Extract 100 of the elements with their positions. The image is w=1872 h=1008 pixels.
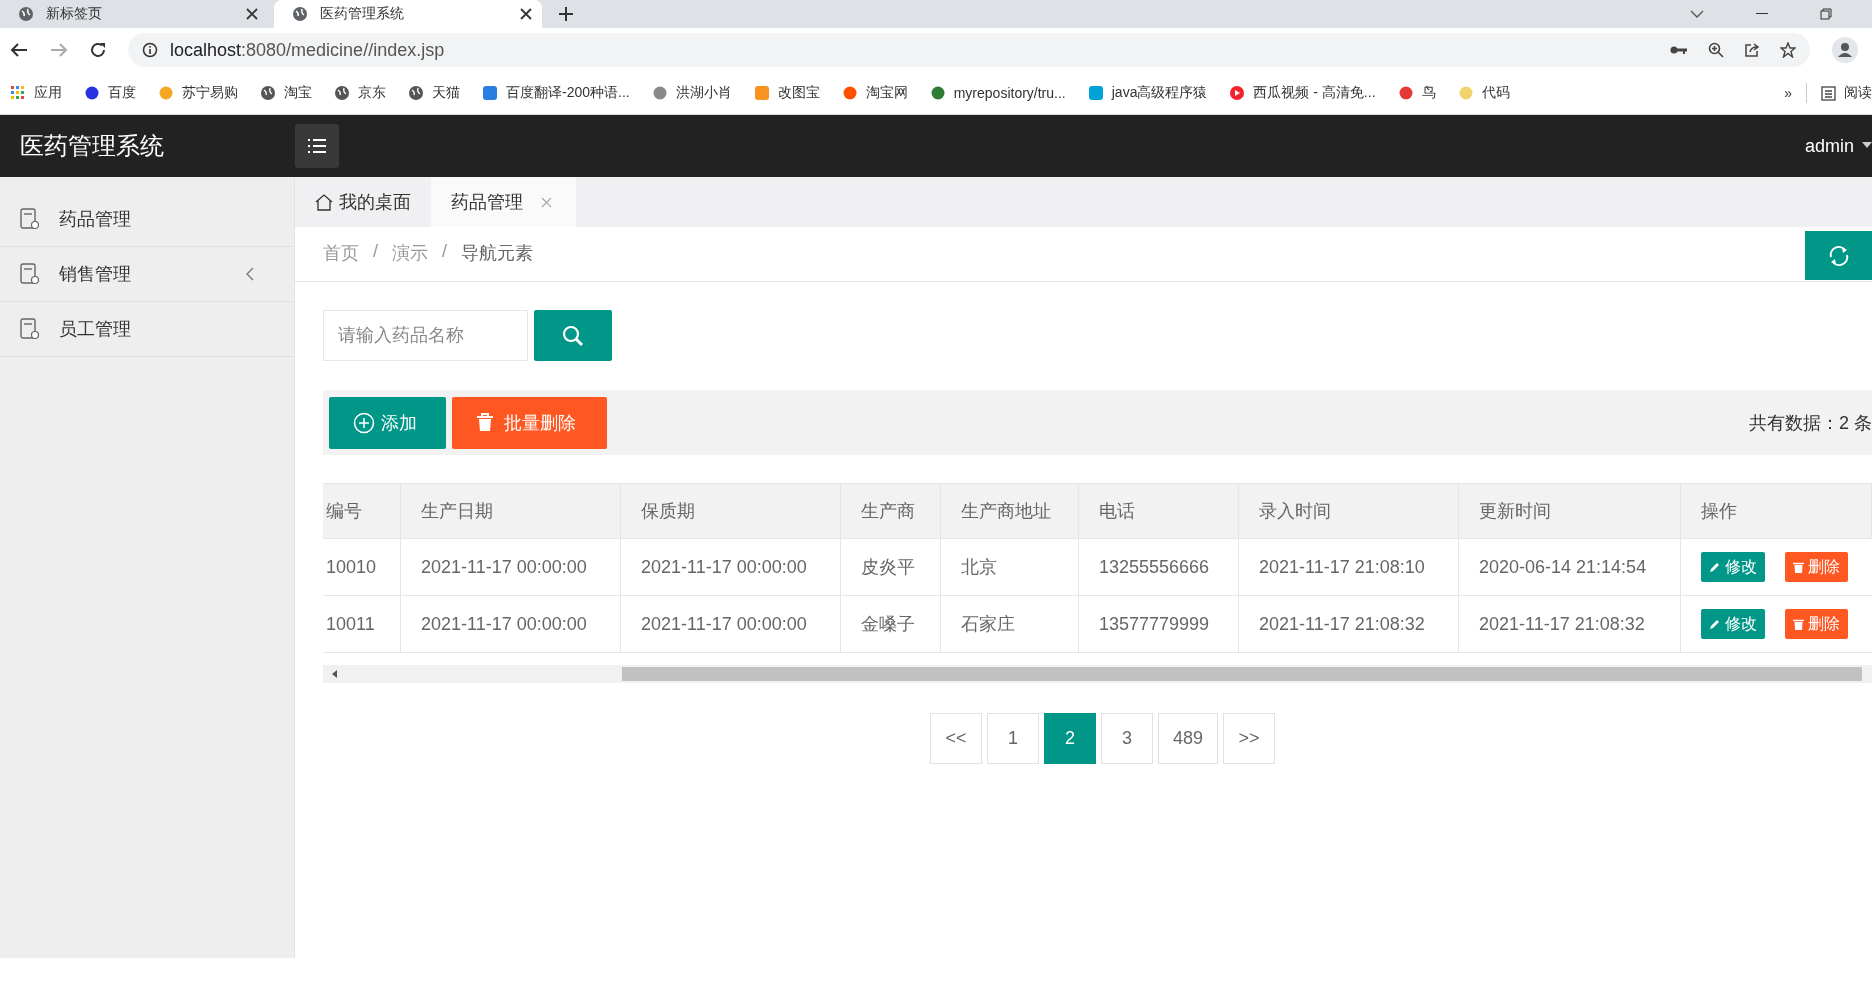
bookmark-icon [1397, 85, 1414, 101]
bookmark-icon [1457, 85, 1474, 101]
table-cell: 2021-11-17 00:00:00 [621, 539, 841, 595]
browser-tab[interactable]: 新标签页 [0, 0, 268, 28]
bookmark[interactable]: 应用 [10, 84, 62, 102]
table-cell: 2021-11-17 21:08:32 [1239, 596, 1459, 652]
bookmark[interactable]: 西瓜视频 - 高清免... [1229, 84, 1376, 102]
content-tab[interactable]: 我的桌面 [295, 177, 431, 227]
column-header: 保质期 [621, 484, 841, 538]
bookmark-icon [841, 85, 858, 101]
table-cell: 10011 [323, 596, 401, 652]
reading-list[interactable]: 阅读 [1821, 84, 1872, 102]
table-cell: 10010 [323, 539, 401, 595]
new-tab-icon[interactable] [558, 6, 574, 22]
bookmark[interactable]: myrepository/tru... [929, 85, 1066, 101]
refresh-button[interactable] [1805, 231, 1872, 280]
breadcrumb-link[interactable]: 导航元素 [461, 241, 534, 265]
info-icon [142, 42, 158, 58]
bookmark[interactable]: 京东 [334, 84, 386, 102]
bookmark-icon [334, 85, 350, 101]
zoom-icon[interactable] [1708, 42, 1724, 58]
bookmark[interactable]: 洪湖小肖 [651, 84, 732, 102]
table-cell: 2020-06-14 21:14:54 [1459, 539, 1681, 595]
breadcrumb-separator: / [373, 241, 378, 263]
chevron-left-icon [246, 267, 254, 281]
user-menu[interactable]: admin [1804, 135, 1854, 157]
page-button[interactable]: 3 [1101, 713, 1153, 764]
bookmark[interactable]: java高级程序猿 [1087, 84, 1208, 102]
horizontal-scrollbar[interactable] [323, 665, 1872, 683]
star-icon[interactable] [1780, 42, 1796, 58]
column-header: 更新时间 [1459, 484, 1681, 538]
trash-icon [476, 413, 494, 432]
previous-page-button[interactable]: << [930, 713, 982, 764]
table-cell: 13577779999 [1079, 596, 1239, 652]
table-cell: 皮炎平 [841, 539, 941, 595]
page-button[interactable]: 2 [1044, 713, 1096, 764]
table-cell: 2021-11-17 21:08:10 [1239, 539, 1459, 595]
search-button[interactable] [534, 310, 612, 361]
close-icon[interactable] [246, 8, 258, 20]
key-icon[interactable] [1670, 45, 1688, 55]
minimize-icon[interactable] [1756, 13, 1768, 15]
content-tab[interactable]: 药品管理 [431, 177, 576, 227]
bookmark[interactable]: 苏宁易购 [158, 84, 238, 102]
bookmark-icon [260, 85, 276, 101]
bookmark[interactable]: 淘宝 [260, 84, 312, 102]
next-page-button[interactable]: >> [1223, 713, 1276, 764]
document-icon [20, 318, 40, 340]
search-field[interactable]: 请输入药品名称 [323, 310, 528, 361]
chevron-down-icon[interactable] [1690, 9, 1704, 19]
bookmark[interactable]: 百度翻译-200种语... [482, 84, 630, 102]
sidebar-item[interactable]: 药品管理 [0, 192, 294, 247]
table-cell: 13255556666 [1079, 539, 1239, 595]
close-icon[interactable] [520, 8, 532, 20]
bookmark-icon [408, 85, 424, 101]
page-button[interactable]: 489 [1158, 713, 1219, 764]
menu-button[interactable] [295, 124, 339, 168]
trash-icon [1793, 561, 1804, 573]
bookmark[interactable]: 鸟 [1397, 84, 1436, 102]
edit-button[interactable]: 修改 [1701, 609, 1765, 639]
bookmark[interactable]: 代码 [1457, 84, 1510, 102]
restore-icon[interactable] [1820, 8, 1832, 20]
browser-tab[interactable]: 医药管理系统 [274, 0, 542, 28]
list-icon [1821, 85, 1836, 101]
app-title: 医药管理系统 [20, 131, 165, 161]
column-header: 操作 [1681, 484, 1872, 538]
bookmark-icon [651, 85, 668, 101]
profile-icon[interactable] [1832, 37, 1858, 63]
globe-icon [18, 6, 34, 22]
reload-icon[interactable] [90, 42, 106, 58]
column-header: 生产日期 [401, 484, 621, 538]
add-button[interactable]: 添加 [329, 396, 446, 449]
address-bar[interactable]: localhost:8080/medicine//index.jsp [128, 33, 1810, 67]
bookmark-icon [10, 85, 26, 101]
column-header: 电话 [1079, 484, 1239, 538]
bookmarks-overflow[interactable]: » [1784, 85, 1792, 101]
bookmark-icon [1229, 85, 1246, 101]
bookmark[interactable]: 淘宝网 [841, 84, 908, 102]
globe-icon [292, 6, 308, 22]
edit-button[interactable]: 修改 [1701, 552, 1765, 582]
plus-circle-icon [353, 411, 375, 434]
back-icon[interactable] [10, 42, 28, 58]
bookmark[interactable]: 天猫 [408, 84, 460, 102]
share-icon[interactable] [1744, 42, 1760, 58]
document-icon [20, 208, 40, 230]
bookmark[interactable]: 改图宝 [753, 84, 820, 102]
bookmark-icon [753, 85, 770, 101]
scroll-left-icon[interactable] [332, 670, 337, 678]
sidebar-item[interactable]: 销售管理 [0, 247, 294, 302]
table-cell: 2021-11-17 00:00:00 [401, 596, 621, 652]
bookmark-icon [158, 85, 174, 101]
column-header: 生产商 [841, 484, 941, 538]
column-header: 录入时间 [1239, 484, 1459, 538]
menu-icon [307, 138, 327, 154]
table-cell: 2021-11-17 00:00:00 [621, 596, 841, 652]
document-icon [20, 263, 40, 285]
bookmark[interactable]: 百度 [84, 84, 136, 102]
table-cell: 2021-11-17 21:08:32 [1459, 596, 1681, 652]
sidebar-item[interactable]: 员工管理 [0, 302, 294, 357]
trash-icon [1793, 618, 1804, 630]
page-button[interactable]: 1 [987, 713, 1039, 764]
